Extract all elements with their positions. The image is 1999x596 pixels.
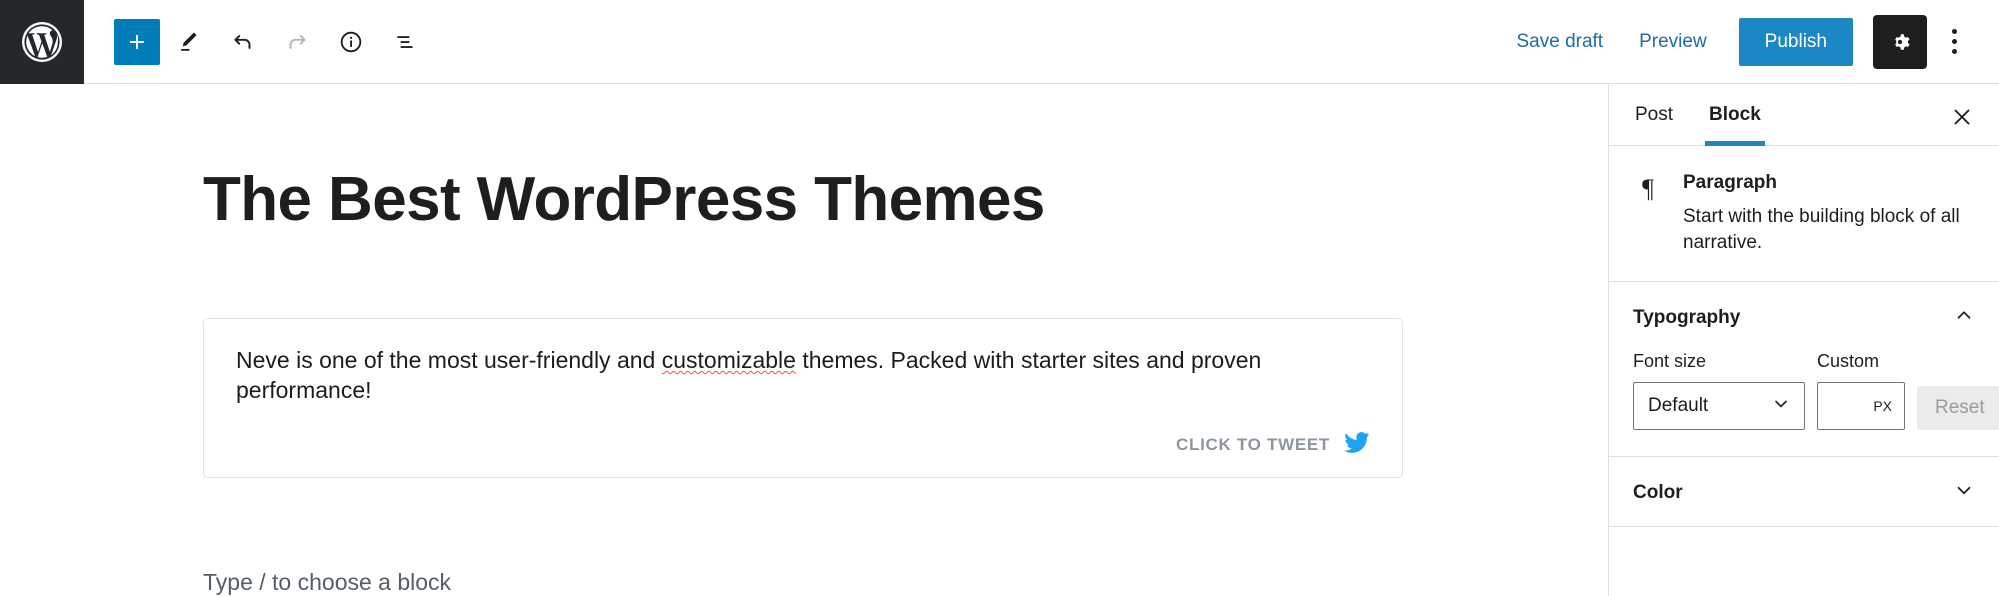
wordpress-block-editor: Save draft Preview Publish The Best Word…: [0, 0, 1999, 596]
settings-sidebar: Post Block ¶ Paragraph Start with the bu…: [1608, 84, 1999, 596]
edit-mode-button[interactable]: [164, 17, 214, 67]
undo-button[interactable]: [218, 17, 268, 67]
font-size-row: Font size Default Custom PX Reset: [1633, 351, 1999, 431]
post-title[interactable]: The Best WordPress Themes: [203, 165, 1045, 234]
misspelled-word: customizable: [661, 347, 796, 373]
block-description: Start with the building block of all nar…: [1683, 206, 1960, 253]
unit-px-label: PX: [1873, 398, 1892, 415]
custom-label: Custom: [1817, 351, 1880, 372]
wordpress-logo-icon[interactable]: [0, 0, 84, 84]
empty-block-placeholder[interactable]: Type / to choose a block: [203, 569, 451, 596]
header-right-actions: Save draft Preview Publish: [1498, 14, 1999, 69]
custom-font-size-input[interactable]: PX: [1817, 382, 1905, 431]
block-meta: Paragraph Start with the building block …: [1683, 172, 1977, 255]
editor-canvas[interactable]: The Best WordPress Themes Neve is one of…: [0, 84, 1608, 596]
editor-header-toolbar: Save draft Preview Publish: [0, 0, 1999, 84]
close-sidebar-icon[interactable]: [1941, 96, 1983, 138]
font-size-label: Font size: [1633, 351, 1707, 372]
sidebar-tab-bar: Post Block: [1609, 84, 1999, 146]
add-block-button[interactable]: [114, 18, 160, 65]
three-dots-vertical-icon[interactable]: [1931, 15, 1977, 69]
settings-gear-icon[interactable]: [1873, 14, 1927, 69]
font-size-select-wrap: Default: [1633, 382, 1805, 431]
font-size-select[interactable]: Default: [1633, 382, 1805, 431]
header-left-tools: [84, 17, 430, 67]
dot: [1951, 29, 1957, 34]
tab-post[interactable]: Post: [1617, 85, 1691, 145]
chevron-up-icon: [1953, 304, 1975, 331]
reset-font-size-button[interactable]: Reset: [1917, 386, 1999, 431]
dot: [1951, 39, 1957, 44]
chevron-down-icon: [1953, 479, 1975, 506]
tweet-text-before: Neve is one of the most user-friendly an…: [236, 347, 662, 373]
click-to-tweet-block[interactable]: Neve is one of the most user-friendly an…: [203, 318, 1403, 478]
font-size-field: Font size Default: [1633, 351, 1805, 431]
typography-panel-body: Font size Default Custom PX Reset: [1609, 351, 1999, 456]
color-panel-title: Color: [1633, 481, 1683, 503]
tweet-quote-text[interactable]: Neve is one of the most user-friendly an…: [236, 345, 1370, 406]
preview-button[interactable]: Preview: [1621, 21, 1725, 63]
list-view-icon[interactable]: [380, 17, 430, 67]
custom-font-size-field: Custom PX: [1817, 351, 1905, 431]
publish-button[interactable]: Publish: [1738, 17, 1853, 66]
color-panel-header[interactable]: Color: [1609, 457, 1999, 526]
twitter-bird-icon: [1344, 431, 1370, 459]
paragraph-pilcrow-icon: ¶: [1642, 174, 1654, 203]
typography-panel-header[interactable]: Typography: [1609, 282, 1999, 351]
info-circle-icon[interactable]: [326, 17, 376, 67]
redo-button[interactable]: [272, 17, 322, 67]
click-to-tweet-label: CLICK TO TWEET: [1176, 435, 1330, 455]
save-draft-button[interactable]: Save draft: [1498, 21, 1621, 63]
dot: [1951, 49, 1957, 54]
tab-block[interactable]: Block: [1691, 85, 1779, 146]
click-to-tweet-cta[interactable]: CLICK TO TWEET: [236, 431, 1370, 459]
color-panel: Color: [1609, 457, 1999, 528]
block-title: Paragraph: [1683, 172, 1777, 193]
typography-panel: Typography Font size Default Custom PX R…: [1609, 282, 1999, 458]
dots-group: [1951, 29, 1957, 54]
selected-block-card: ¶ Paragraph Start with the building bloc…: [1609, 146, 1999, 283]
typography-panel-title: Typography: [1633, 306, 1741, 328]
